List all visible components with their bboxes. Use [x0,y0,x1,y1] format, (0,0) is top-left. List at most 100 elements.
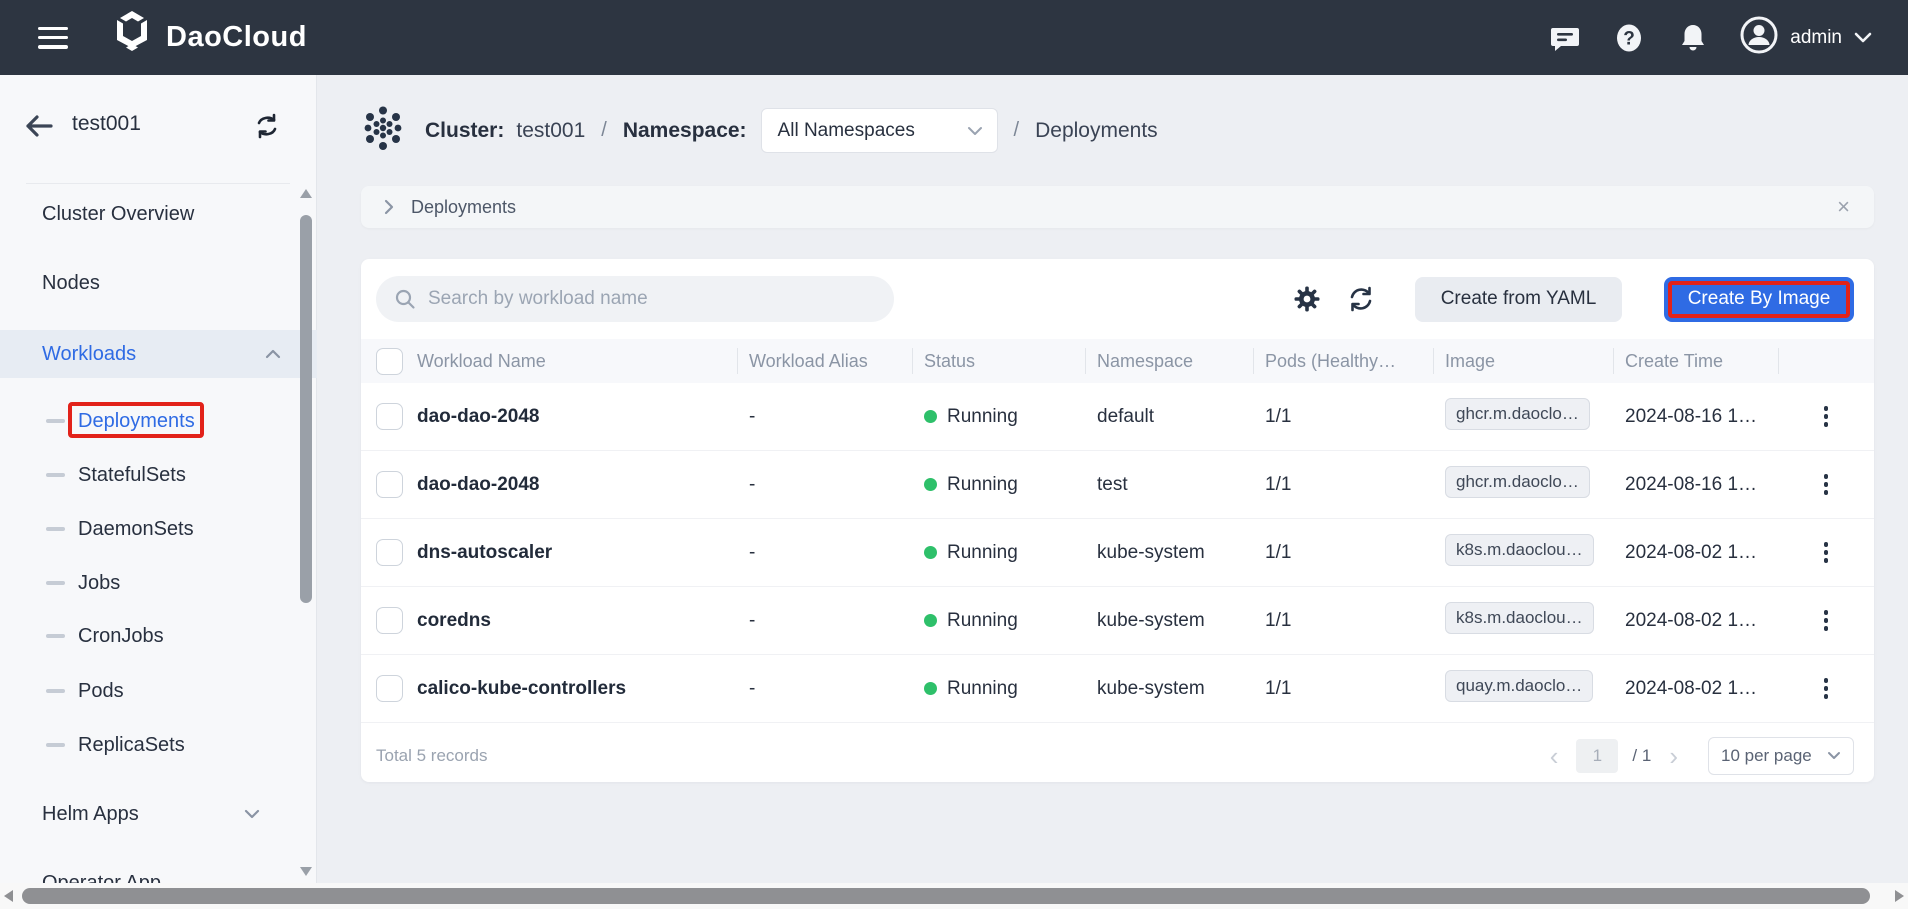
sidebar-item-cronjobs[interactable]: CronJobs [0,614,296,658]
current-page[interactable]: 1 [1576,739,1618,773]
per-page-value: 10 per page [1721,746,1812,766]
sidebar: test001 Cluster Overview Nodes Workloads… [0,75,317,883]
bell-icon[interactable] [1676,21,1710,55]
settings-gear-icon[interactable] [1293,285,1321,313]
table-row: dao-dao-2048 - Running default 1/1 ghcr.… [361,383,1874,451]
search-input[interactable] [428,288,848,310]
col-workload-name: Workload Name [417,339,737,383]
status-dot [924,478,937,491]
sidebar-item-deployments[interactable]: Deployments [0,399,296,443]
row-actions-kebab-icon[interactable] [1818,604,1835,637]
create-from-yaml-button[interactable]: Create from YAML [1415,277,1622,322]
table-row: dao-dao-2048 - Running test 1/1 ghcr.m.d… [361,451,1874,519]
main-content: Cluster: test001 / Namespace: All Namesp… [318,75,1908,883]
select-all-checkbox[interactable] [376,348,403,375]
row-checkbox[interactable] [376,675,403,702]
scrollbar-thumb[interactable] [300,215,312,603]
namespace-value: All Namespaces [778,120,915,142]
separator: / [1014,119,1020,142]
col-namespace: Namespace [1085,339,1253,383]
table-row: calico-kube-controllers - Running kube-s… [361,655,1874,723]
scroll-up-arrow[interactable] [300,189,312,198]
col-image: Image [1433,339,1613,383]
per-page-select[interactable]: 10 per page [1708,737,1854,775]
sidebar-item-jobs[interactable]: Jobs [0,561,296,605]
scroll-down-arrow[interactable] [300,867,312,876]
sidebar-scrollbar[interactable] [299,185,313,875]
workload-name-link[interactable]: dao-dao-2048 [417,406,539,427]
workload-name-link[interactable]: dao-dao-2048 [417,474,539,495]
image-chip: k8s.m.daoclou… [1445,602,1594,634]
sidebar-item-daemonsets[interactable]: DaemonSets [0,507,296,551]
scrollbar-thumb[interactable] [22,888,1870,904]
refresh-icon[interactable] [1347,285,1375,313]
row-checkbox[interactable] [376,539,403,566]
user-menu[interactable]: admin [1740,16,1872,59]
namespace-select[interactable]: All Namespaces [761,108,998,153]
image-chip: quay.m.daoclo… [1445,670,1593,702]
sidebar-item-replicasets[interactable]: ReplicaSets [0,723,296,767]
image-chip: ghcr.m.daoclo… [1445,466,1590,498]
workload-name-link[interactable]: coredns [417,610,491,631]
search-box[interactable] [376,276,894,322]
back-icon[interactable] [24,114,54,143]
row-actions-kebab-icon[interactable] [1818,468,1835,501]
next-page-icon[interactable]: › [1665,743,1682,769]
row-checkbox[interactable] [376,471,403,498]
prev-page-icon[interactable]: ‹ [1546,743,1563,769]
col-status: Status [912,339,1085,383]
image-chip: ghcr.m.daoclo… [1445,398,1590,430]
row-actions-kebab-icon[interactable] [1818,536,1835,569]
brand-logo[interactable]: DaoCloud [110,10,307,65]
workload-name-link[interactable]: calico-kube-controllers [417,678,626,699]
status-dot [924,410,937,423]
username: admin [1790,27,1842,49]
total-records: Total 5 records [376,746,488,766]
sidebar-item-nodes[interactable]: Nodes [0,261,296,305]
dash-icon [46,419,65,423]
horizontal-scrollbar[interactable] [0,883,1908,909]
sidebar-item-pods[interactable]: Pods [0,669,296,713]
sidebar-cluster-name: test001 [72,112,141,136]
sidebar-item-workloads[interactable]: Workloads [0,330,317,378]
chevron-down-icon [967,126,983,136]
status-text: Running [947,406,1018,428]
row-actions-kebab-icon[interactable] [1818,672,1835,705]
chevron-down-icon [1854,32,1872,44]
sidebar-item-helm-apps[interactable]: Helm Apps [0,792,296,836]
chevron-down-icon [1827,751,1841,760]
table-header: Workload Name Workload Alias Status Name… [361,339,1874,383]
sidebar-item-cluster-overview[interactable]: Cluster Overview [0,192,296,236]
page-title: Deployments [1035,119,1158,143]
chat-icon[interactable] [1548,21,1582,55]
namespace-label: Namespace: [623,119,747,143]
col-actions [1778,339,1874,383]
create-by-image-button[interactable]: Create By Image [1664,277,1854,322]
cluster-label: Cluster: [425,119,504,143]
scroll-right-arrow[interactable] [1895,890,1904,902]
dash-icon [46,689,65,693]
chevron-down-icon [244,809,260,819]
status-text: Running [947,474,1018,496]
help-icon[interactable]: ? [1612,21,1646,55]
top-bar: DaoCloud ? [0,0,1908,75]
menu-icon[interactable] [38,27,68,49]
chevron-up-icon [265,349,281,359]
cluster-value: test001 [516,119,585,143]
chevron-right-icon[interactable] [383,199,395,215]
pagination: ‹ 1 / 1 › 10 per page [1546,737,1854,775]
close-icon[interactable]: × [1837,196,1850,218]
row-checkbox[interactable] [376,403,403,430]
status-dot [924,614,937,627]
workload-name-link[interactable]: dns-autoscaler [417,542,552,563]
sidebar-item-statefulsets[interactable]: StatefulSets [0,453,296,497]
switch-cluster-icon[interactable] [254,113,280,144]
table-row: dns-autoscaler - Running kube-system 1/1… [361,519,1874,587]
dash-icon [46,743,65,747]
cluster-icon [361,102,405,159]
scroll-left-arrow[interactable] [4,890,13,902]
col-workload-alias: Workload Alias [737,339,912,383]
row-actions-kebab-icon[interactable] [1818,400,1835,433]
row-checkbox[interactable] [376,607,403,634]
daocloud-logo-icon [110,10,154,65]
